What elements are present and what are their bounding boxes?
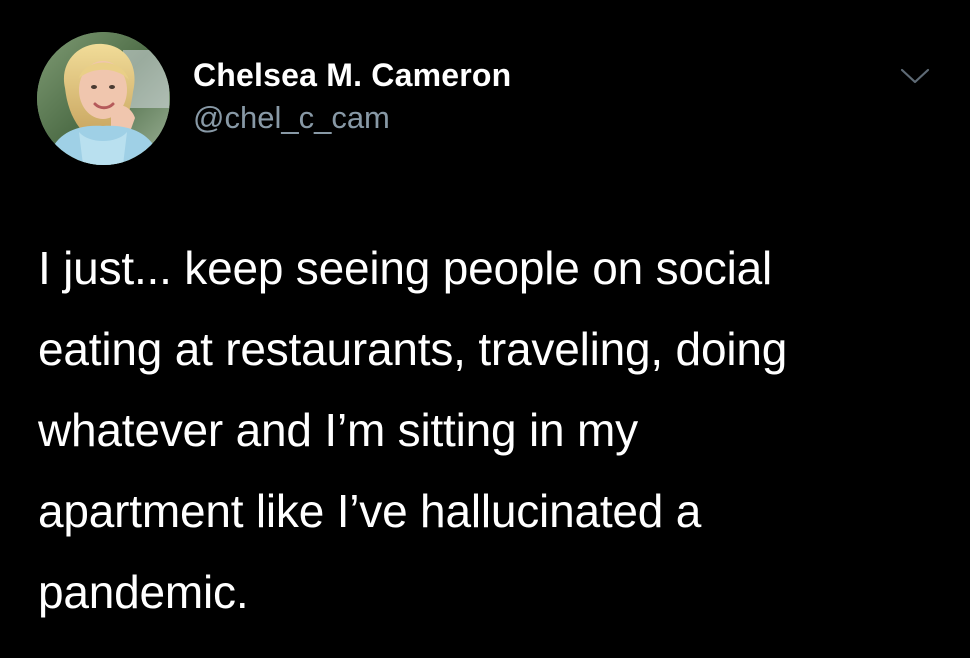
avatar-photo	[37, 32, 170, 165]
tweet-text: I just... keep seeing people on social e…	[38, 242, 788, 618]
tweet-card: Chelsea M. Cameron @chel_c_cam I just...…	[0, 0, 970, 658]
tweet-header: Chelsea M. Cameron @chel_c_cam	[37, 32, 937, 166]
author-names: Chelsea M. Cameron @chel_c_cam	[193, 56, 511, 136]
display-name[interactable]: Chelsea M. Cameron	[193, 56, 511, 94]
avatar[interactable]	[37, 32, 170, 165]
chevron-down-icon[interactable]	[899, 66, 931, 86]
user-handle[interactable]: @chel_c_cam	[193, 100, 511, 136]
